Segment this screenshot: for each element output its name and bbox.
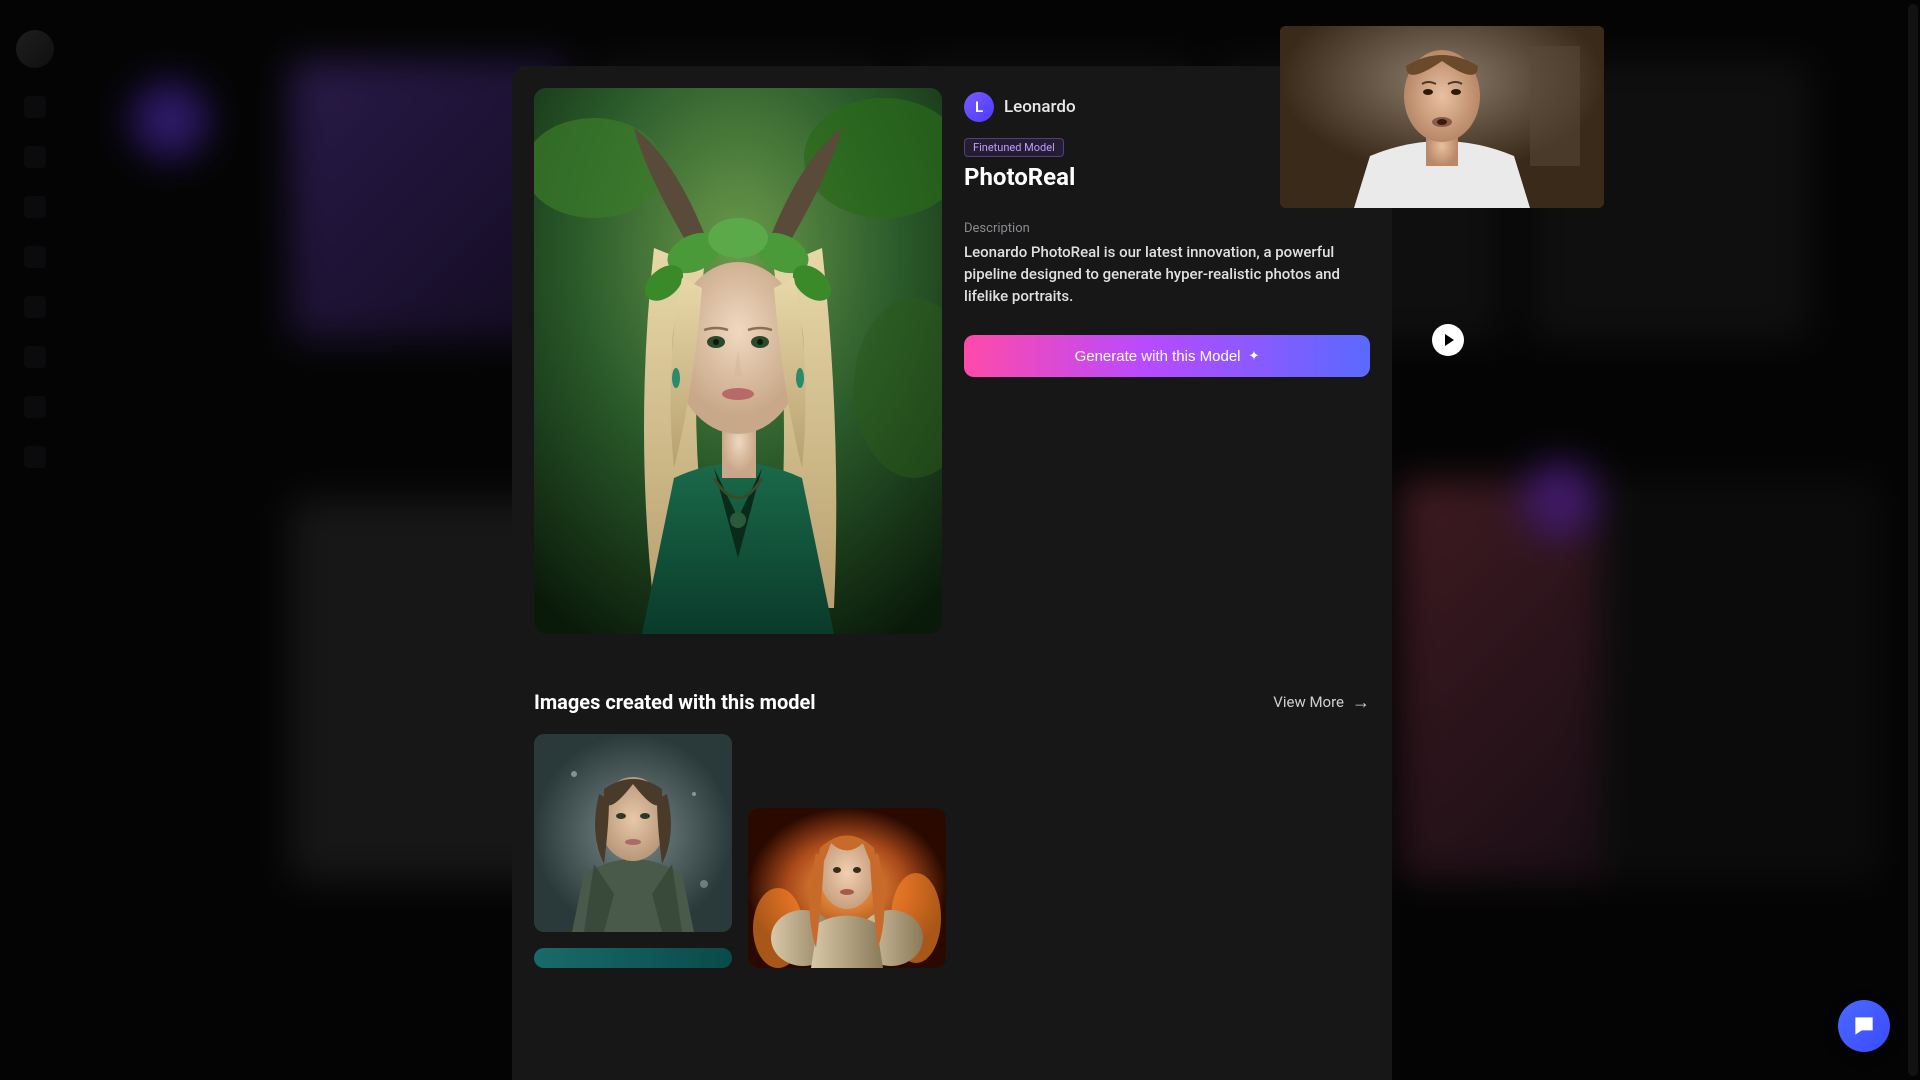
example-thumbnail[interactable]	[534, 948, 732, 968]
author-avatar: L	[964, 92, 994, 122]
video-pip[interactable]	[1280, 26, 1604, 208]
model-detail-modal: L Leonardo Finetuned Model PhotoReal Des…	[512, 66, 1392, 1080]
scrollbar[interactable]	[1908, 4, 1918, 1076]
description-label: Description	[964, 221, 1370, 236]
sparkle-icon: ✦	[1249, 348, 1260, 364]
generate-button-label: Generate with this Model	[1075, 348, 1241, 365]
view-more-link[interactable]: View More →	[1273, 692, 1370, 713]
model-badge: Finetuned Model	[964, 138, 1064, 157]
example-thumbnail[interactable]	[534, 734, 732, 932]
generate-button[interactable]: Generate with this Model ✦	[964, 335, 1370, 377]
description-text: Leonardo PhotoReal is our latest innovat…	[964, 242, 1370, 307]
author-name: Leonardo	[1004, 97, 1076, 117]
chat-icon	[1851, 1013, 1877, 1039]
chat-fab[interactable]	[1838, 1000, 1890, 1052]
arrow-right-icon: →	[1352, 692, 1370, 713]
section-title: Images created with this model	[534, 690, 816, 714]
view-more-label: View More	[1273, 693, 1344, 711]
carousel-next-button[interactable]	[1432, 324, 1464, 356]
example-thumbnail[interactable]	[748, 808, 946, 968]
model-hero-image	[534, 88, 942, 634]
example-thumbnails	[534, 734, 1370, 968]
